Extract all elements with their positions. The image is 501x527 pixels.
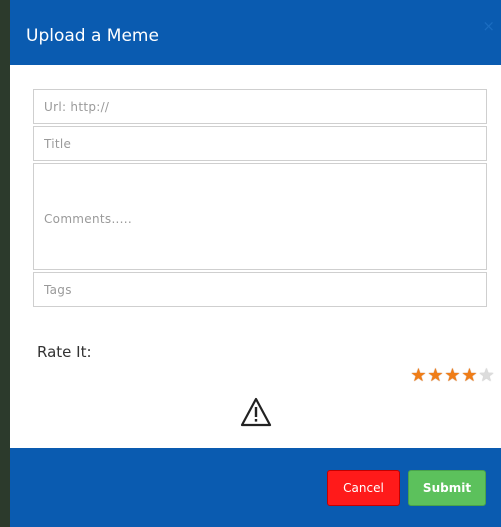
dialog-header: Upload a Meme × (10, 0, 501, 65)
warning-triangle-icon (240, 397, 272, 427)
url-input[interactable] (33, 89, 487, 124)
star-rating[interactable]: ★ ★ ★ ★ ★ (410, 366, 495, 386)
close-icon[interactable]: × (482, 18, 495, 34)
upload-meme-dialog: Upload a Meme × Rate It: ★★★★★ Cancel Su… (10, 0, 501, 527)
star-filled-icon[interactable]: ★ (427, 366, 444, 386)
submit-button[interactable]: Submit (408, 470, 486, 506)
app-stage: Upload a Meme × Rate It: ★★★★★ Cancel Su… (0, 0, 501, 527)
comments-textarea[interactable] (33, 163, 487, 270)
star-filled-icon[interactable]: ★ (410, 366, 427, 386)
dialog-title: Upload a Meme (26, 26, 159, 46)
star-empty-icon[interactable]: ★ (478, 366, 495, 386)
rate-label: Rate It: (37, 343, 92, 361)
background-page-edge (0, 0, 10, 527)
star-filled-icon[interactable]: ★ (461, 366, 478, 386)
star-filled-icon[interactable]: ★ (444, 366, 461, 386)
cancel-button[interactable]: Cancel (327, 470, 400, 506)
dialog-footer: Cancel Submit (10, 448, 501, 527)
title-input[interactable] (33, 126, 487, 161)
tags-input[interactable] (33, 272, 487, 307)
